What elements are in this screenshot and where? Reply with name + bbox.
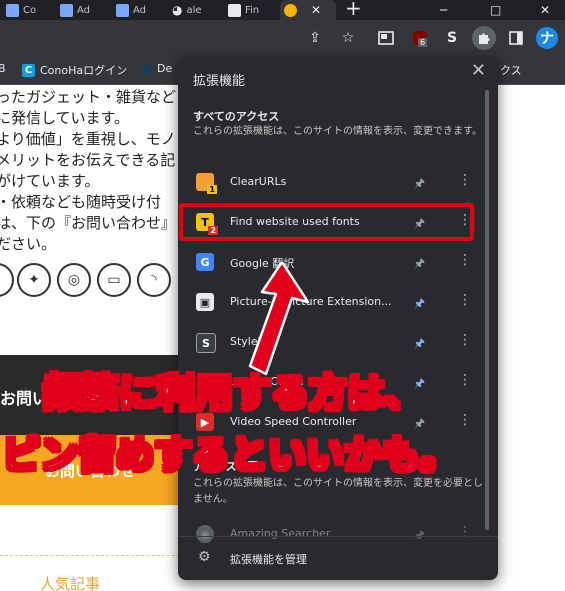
divider [0,555,200,556]
ublock-badge: 6 [418,38,428,47]
note-icon[interactable]: ▭ [97,263,131,297]
bookmark-label: De [157,62,173,75]
highlight-box [179,203,474,241]
extensions-menu-title: 拡張機能 [193,74,246,89]
stylebot-icon[interactable]: S [442,28,462,48]
tab-5[interactable]: Fin [228,0,259,20]
pin-icon[interactable]: 🖈 [414,334,425,355]
minimize-icon[interactable]: ─ [440,0,447,20]
extensions-menu: 拡張機能 ✕ すべてのアクセス これらの拡張機能は、このサイトの情報を表示、変更… [178,56,498,580]
close-window-icon[interactable]: ✕ [540,0,550,20]
tab-favicon-icon [284,3,297,17]
more-vert-icon[interactable]: ⋮ [458,412,472,428]
toolbar: ⇪ ☆ 6 S ナ [0,20,565,56]
star-icon[interactable]: ☆ [338,28,358,48]
rss-icon[interactable]: ◝ [137,263,171,297]
new-tab-button[interactable]: + [345,0,362,20]
tab-label: Fin [245,4,260,16]
close-icon[interactable]: ✕ [471,60,486,81]
picture-in-picture-icon: ▣ [196,293,214,311]
bookmark-label: ConoHaログイン [40,64,128,77]
conoha-icon: C [22,63,35,77]
github-icon: ◕ [172,3,183,17]
profile-avatar[interactable]: ナ [536,27,558,49]
manage-extensions-label: 拡張機能を管理 [230,553,307,566]
extension-name: ClearURLs [230,175,287,188]
social-icon[interactable]: ◗ [0,263,14,297]
more-vert-icon[interactable]: ⋮ [458,172,472,188]
tab-2[interactable]: Ad [60,0,90,20]
bookmark-favicon-icon [139,61,155,76]
tab-3[interactable]: Ad [116,0,146,20]
ublock-icon[interactable]: 6 [410,28,430,48]
tab-favicon-icon [60,3,73,17]
annotation-caption-line2: ピン留めするといいかも。 [1,432,459,478]
picture-in-picture-icon[interactable] [376,28,396,48]
bookmark-label: B [0,62,6,75]
stylebot-icon: S [196,333,216,353]
tab-strip: Co Ad Ad ◕ ale Fin ✕ + ─ □ ✕ [0,0,565,20]
tab-favicon-icon [116,3,129,17]
extension-item-google-translate[interactable]: G Google 翻訳 🖈 ⋮ [178,243,488,283]
side-panel-icon[interactable] [506,28,526,48]
share-icon[interactable]: ⇪ [305,28,325,48]
tab-4[interactable]: ◕ ale [172,0,202,20]
tab-active[interactable]: ✕ [280,0,336,20]
instagram-icon[interactable]: ◎ [57,263,91,297]
more-vert-icon[interactable]: ⋮ [458,292,472,308]
arrow-icon [248,262,310,376]
bookmark-item-de[interactable]: De [139,61,173,76]
pin-icon[interactable]: 🖈 [414,174,425,195]
clearurls-icon: 1 [196,173,217,194]
section-full-access-desc: これらの拡張機能は、このサイトの情報を表示、変更できます。 [193,126,482,137]
extension-item-picture-in-picture[interactable]: ▣ Picture-in-Picture Extension... 🖈 ⋮ [178,283,488,323]
manage-extensions-row[interactable]: ⚙ 拡張機能を管理 [178,536,498,580]
twitter-icon[interactable]: ✦ [17,263,51,297]
extension-item-clearurls[interactable]: 1 ClearURLs 🖈 ⋮ [178,163,488,203]
google-translate-icon: G [196,253,214,271]
section-no-access-desc: これらの拡張機能は、このサイトの情報を表示、変更を必要としません。 [193,478,483,505]
pin-icon[interactable]: 🖈 [414,254,425,275]
tab-label: Ad [133,4,147,16]
bookmark-item-conoha[interactable]: C ConoHaログイン [22,62,127,78]
more-vert-icon[interactable]: ⋮ [458,252,472,268]
tab-1[interactable]: Co [6,0,36,20]
section-full-access: すべてのアクセス [193,110,280,123]
popular-articles-heading: 人気記事 [40,575,101,591]
maximize-icon[interactable]: □ [490,0,501,20]
tab-label: Co [23,4,37,16]
extension-item-stylebot[interactable]: S Stylebot 🖈 ⋮ [178,323,488,363]
tab-label: ale [186,4,202,16]
tab-label: Ad [77,4,91,16]
pin-icon[interactable]: 🖈 [414,294,425,315]
bookmark-item-overflow[interactable]: クス [500,62,522,78]
scrollbar[interactable] [485,90,489,530]
gear-icon: ⚙ [198,549,211,565]
tab-favicon-icon [228,3,241,17]
more-vert-icon[interactable]: ⋮ [458,372,472,388]
close-icon[interactable]: ✕ [311,3,321,17]
bookmark-label: クス [500,64,522,77]
more-vert-icon[interactable]: ⋮ [458,332,472,348]
annotation-caption-line1: 頻繁に利用する方は、 [42,370,424,416]
extensions-puzzle-icon[interactable] [472,26,496,50]
tab-favicon-icon [6,3,19,17]
bookmark-item[interactable]: B [0,62,6,75]
